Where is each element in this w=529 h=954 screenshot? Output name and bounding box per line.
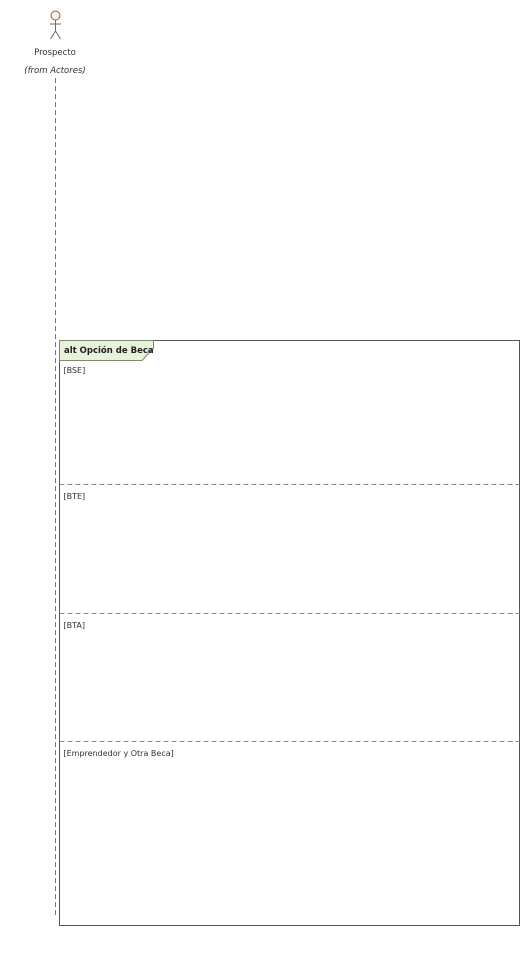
actor-left-leg — [50, 30, 56, 40]
operand-guard: [BSE] — [64, 366, 86, 375]
actor-origin: (from Actores) — [24, 66, 85, 76]
actor-prospecto[interactable]: Prospecto (from Actores) — [24, 10, 86, 76]
actor-right-leg — [55, 30, 61, 40]
fragment-border — [59, 340, 520, 926]
actor-head-icon — [50, 10, 61, 21]
operand-guard: [BTE] — [64, 492, 86, 501]
alt-fragment[interactable]: alt Opción de Beca [BSE] [BTE] [BTA] [Em… — [59, 340, 520, 926]
operand-guard: [Emprendedor y Otra Beca] — [64, 749, 174, 758]
actor-name: Prospecto — [34, 48, 76, 58]
fragment-title: alt Opción de Beca — [64, 345, 154, 356]
sequence-diagram: Prospecto (from Actores) alt Opción de B… — [24, 10, 520, 926]
operand-guard: [BTA] — [64, 621, 85, 630]
